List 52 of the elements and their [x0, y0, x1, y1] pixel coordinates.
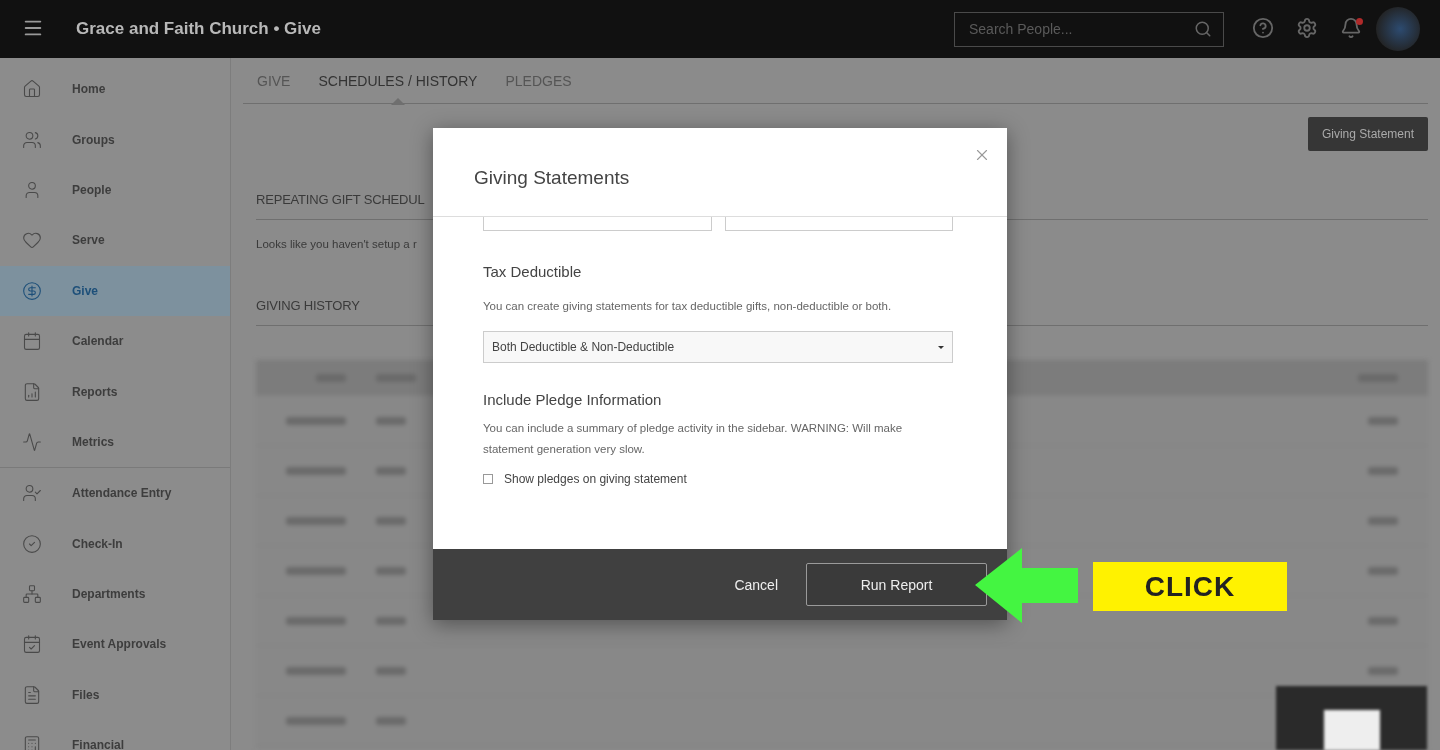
- house-icon: [22, 79, 42, 100]
- app-title: Grace and Faith Church • Give: [76, 19, 322, 39]
- help-icon[interactable]: [1252, 17, 1276, 41]
- field-description: You can include a summary of pledge activity in the sidebar. WARNING: Will make statement generation very slow.: [483, 421, 904, 457]
- calculator-icon: [22, 735, 42, 750]
- sidebar-item[interactable]: Files: [0, 669, 230, 721]
- sidebar-item[interactable]: Calendar: [0, 315, 230, 367]
- calendar-check-icon: [22, 634, 42, 655]
- document-icon: [22, 684, 42, 705]
- section-title: REPEATING GIFT SCHEDUL: [256, 192, 425, 207]
- check-circle-icon: [22, 533, 42, 554]
- input-field[interactable]: [483, 217, 712, 231]
- person-check-icon: [22, 483, 42, 504]
- empty-message: Looks like you haven't setup a r: [256, 238, 417, 250]
- bell-icon[interactable]: [1340, 17, 1364, 41]
- checkbox-label[interactable]: Show pledges on giving statement: [504, 472, 687, 486]
- calendar-icon: [22, 331, 42, 352]
- section-title: GIVING HISTORY: [256, 298, 360, 313]
- sidebar-item[interactable]: Attendance Entry: [0, 468, 230, 519]
- sidebar-item[interactable]: Home: [0, 64, 230, 115]
- sidebar-item[interactable]: Event Approvals: [0, 619, 230, 670]
- sidebar-item[interactable]: Serve: [0, 215, 230, 266]
- sidebar-item[interactable]: Give: [0, 265, 230, 316]
- field-description: You can create giving statements for tax deductible gifts, non-deductible or both.: [483, 299, 893, 314]
- dropdown[interactable]: Both Deductible & Non-Deductible: [483, 331, 953, 363]
- network-icon: [22, 584, 42, 605]
- tab[interactable]: SCHEDULES / HISTORY: [304, 57, 492, 104]
- heart-icon: [22, 230, 42, 251]
- people-icon: [22, 129, 42, 150]
- sidebar-item[interactable]: Metrics: [0, 416, 230, 468]
- field-heading: Tax Deductible: [483, 263, 583, 280]
- giving-statement-button[interactable]: Giving Statement: [1307, 117, 1428, 151]
- sidebar-item[interactable]: Groups: [0, 114, 230, 165]
- cancel-button[interactable]: Cancel: [728, 575, 784, 594]
- field-heading: Include Pledge Information: [483, 391, 663, 408]
- caret-icon: [938, 345, 944, 349]
- callout-label: CLICK: [1093, 562, 1287, 611]
- sidebar-item[interactable]: Reports: [0, 366, 230, 417]
- avatar[interactable]: [1376, 7, 1420, 51]
- sidebar-item[interactable]: Financial: [0, 720, 230, 750]
- sidebar-item[interactable]: Departments: [0, 568, 230, 620]
- sidebar-item[interactable]: People: [0, 164, 230, 216]
- checkbox[interactable]: [483, 474, 493, 484]
- search-icon[interactable]: [1194, 19, 1212, 38]
- sidebar-item[interactable]: Check-In: [0, 518, 230, 569]
- run-report-button[interactable]: Run Report: [806, 563, 987, 606]
- input-field[interactable]: [724, 217, 953, 231]
- dollar-icon: [22, 280, 42, 301]
- line-chart-icon: [22, 431, 42, 452]
- search-field[interactable]: Search People...: [954, 11, 1224, 47]
- chart-document-icon: [22, 381, 42, 402]
- modal-title: Giving Statements: [474, 167, 630, 189]
